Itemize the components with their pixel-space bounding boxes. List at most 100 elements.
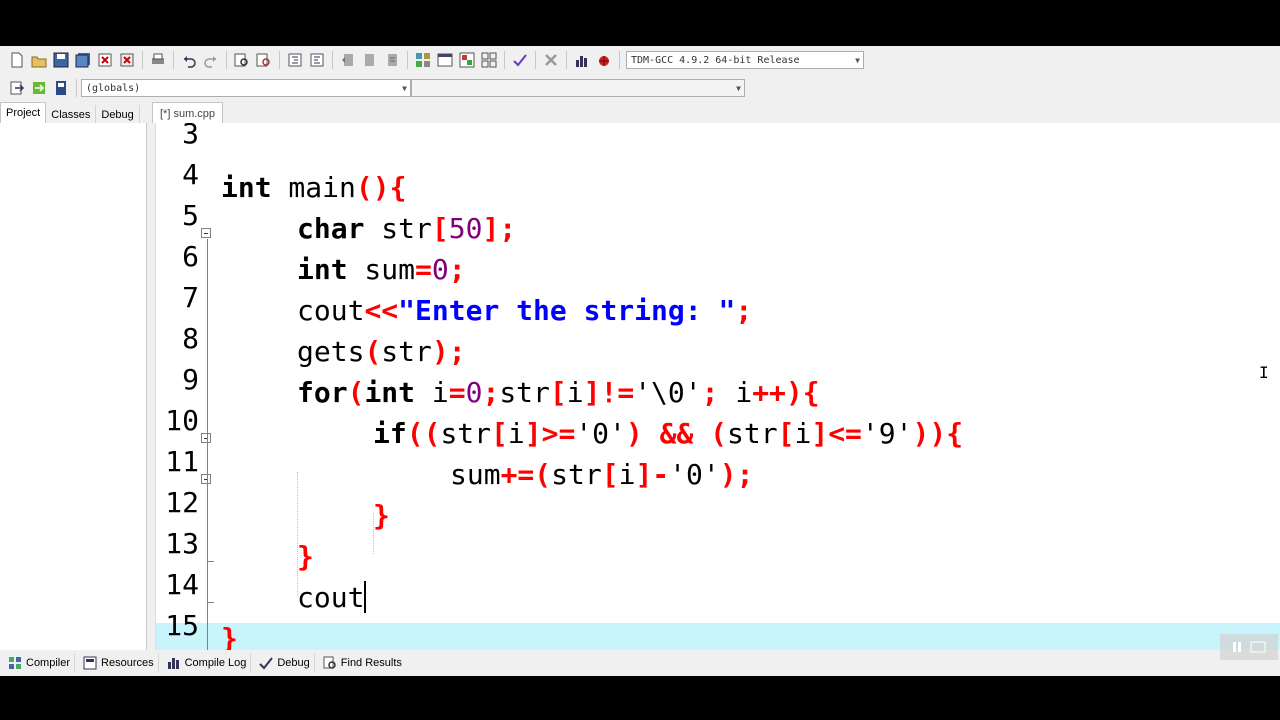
- identifier: cout: [297, 294, 365, 327]
- code-line-11: sum+=(str[i]-'0');: [450, 454, 753, 495]
- check-syntax-icon[interactable]: [511, 51, 529, 69]
- toolbar-separator: [173, 51, 174, 69]
- tab-debug[interactable]: Debug: [96, 105, 140, 123]
- symbol: [: [491, 417, 508, 450]
- tab-debug-output[interactable]: Debug: [255, 653, 315, 673]
- stop-icon[interactable]: [542, 51, 560, 69]
- toolbar-separator: [142, 51, 143, 69]
- string-literal: "Enter the string: ": [398, 294, 736, 327]
- keyword: int: [364, 376, 416, 409]
- tab-compile-log[interactable]: Compile Log: [163, 653, 252, 673]
- compile-log-chart-icon: [167, 656, 181, 670]
- members-select[interactable]: ▼: [411, 78, 745, 97]
- identifier: main: [271, 171, 356, 204]
- symbol: }: [297, 540, 314, 573]
- compiler-select-value: TDM-GCC 4.9.2 64-bit Release: [631, 55, 800, 66]
- code-line-14: cout: [297, 577, 367, 618]
- save-icon[interactable]: [52, 51, 70, 69]
- undo-icon[interactable]: [180, 51, 198, 69]
- tab-compile-log-label: Compile Log: [184, 657, 247, 669]
- number: 50: [448, 212, 483, 245]
- insert-icon[interactable]: [52, 79, 70, 97]
- char-literal: '0': [669, 458, 720, 491]
- symbol: +=(: [500, 458, 552, 491]
- symbol: (){: [355, 171, 407, 204]
- project-options-icon[interactable]: [458, 51, 476, 69]
- identifier: str: [727, 417, 778, 450]
- print-icon[interactable]: [149, 51, 167, 69]
- bookmark-toggle-icon[interactable]: [383, 51, 401, 69]
- identifier: i: [618, 458, 636, 491]
- toolbar-separator: [332, 51, 333, 69]
- tab-resources-label: Resources: [101, 657, 154, 669]
- open-file-icon[interactable]: [30, 51, 48, 69]
- toolbar-separator: [407, 51, 408, 69]
- globals-select[interactable]: (globals) ▼: [81, 78, 411, 97]
- symbol: [: [601, 458, 619, 491]
- toolbar-separator: [279, 51, 280, 69]
- main-toolbar: TDM-GCC 4.9.2 64-bit Release ▼: [0, 46, 1280, 75]
- symbol: ;: [448, 253, 466, 286]
- goto-declaration-icon[interactable]: [8, 79, 26, 97]
- replace-icon[interactable]: [255, 51, 273, 69]
- find-icon[interactable]: [233, 51, 251, 69]
- symbol: ++){: [752, 376, 820, 409]
- identifier: cout: [297, 581, 365, 614]
- code-line-15: }: [221, 618, 238, 650]
- save-all-icon[interactable]: [74, 51, 92, 69]
- symbol: ]<=: [811, 417, 862, 450]
- symbol: }: [373, 499, 390, 532]
- toolbar-separator: [504, 51, 505, 69]
- mouse-ibeam-cursor-icon: I: [1259, 363, 1269, 382]
- identifier: i: [794, 417, 812, 450]
- symbol: ;: [482, 376, 500, 409]
- debug-bug-icon[interactable]: [595, 51, 613, 69]
- symbol: )){: [912, 417, 964, 450]
- profile-chart-icon[interactable]: [573, 51, 591, 69]
- code-line-12: }: [373, 495, 390, 536]
- new-class-icon[interactable]: [414, 51, 432, 69]
- indent-icon[interactable]: [286, 51, 304, 69]
- bookmark-prev-icon[interactable]: [339, 51, 357, 69]
- toolbar-separator: [76, 78, 77, 97]
- find-results-icon: [323, 656, 337, 670]
- symbol: =: [448, 376, 466, 409]
- close-all-icon[interactable]: [118, 51, 136, 69]
- symbol: (: [364, 335, 382, 368]
- close-file-icon[interactable]: [96, 51, 114, 69]
- code-line-5: char str[50];: [297, 208, 516, 249]
- symbol: <<: [364, 294, 399, 327]
- editor-tab-sum-cpp[interactable]: [*] sum.cpp: [152, 102, 224, 123]
- symbol: ]>=: [524, 417, 576, 450]
- chevron-down-icon: ▼: [402, 83, 407, 93]
- unindent-icon[interactable]: [308, 51, 326, 69]
- code-line-4: int main(){: [221, 167, 406, 208]
- debug-check-icon: [259, 656, 274, 670]
- compiler-grid-icon: [8, 656, 22, 670]
- goto-definition-icon[interactable]: [30, 79, 48, 97]
- class-toolbar: (globals) ▼ ▼: [0, 74, 1280, 101]
- redo-icon[interactable]: [202, 51, 220, 69]
- identifier: str: [381, 335, 432, 368]
- resources-icon: [83, 656, 97, 670]
- tab-resources[interactable]: Resources: [79, 653, 159, 673]
- tab-classes[interactable]: Classes: [46, 105, 97, 123]
- tab-find-results[interactable]: Find Results: [319, 653, 406, 673]
- tab-find-results-label: Find Results: [340, 657, 402, 669]
- tab-compiler[interactable]: Compiler: [4, 653, 76, 673]
- chevron-down-icon: ▼: [736, 83, 741, 93]
- toolbar-separator: [566, 51, 567, 69]
- code-line-13: }: [297, 536, 314, 577]
- project-window-icon[interactable]: [436, 51, 454, 69]
- compiler-select[interactable]: TDM-GCC 4.9.2 64-bit Release ▼: [626, 51, 864, 69]
- identifier: str: [440, 417, 492, 450]
- identifier: sum: [450, 458, 501, 491]
- bookmark-next-icon[interactable]: [361, 51, 379, 69]
- new-file-icon[interactable]: [8, 51, 26, 69]
- symbol: ;: [701, 376, 736, 409]
- left-panel-tabs: Project Classes Debug: [0, 101, 148, 123]
- layout-icon[interactable]: [480, 51, 498, 69]
- symbol: ]-: [635, 458, 670, 491]
- tab-project[interactable]: Project: [0, 102, 47, 123]
- tab-debug-label: Debug: [277, 657, 310, 669]
